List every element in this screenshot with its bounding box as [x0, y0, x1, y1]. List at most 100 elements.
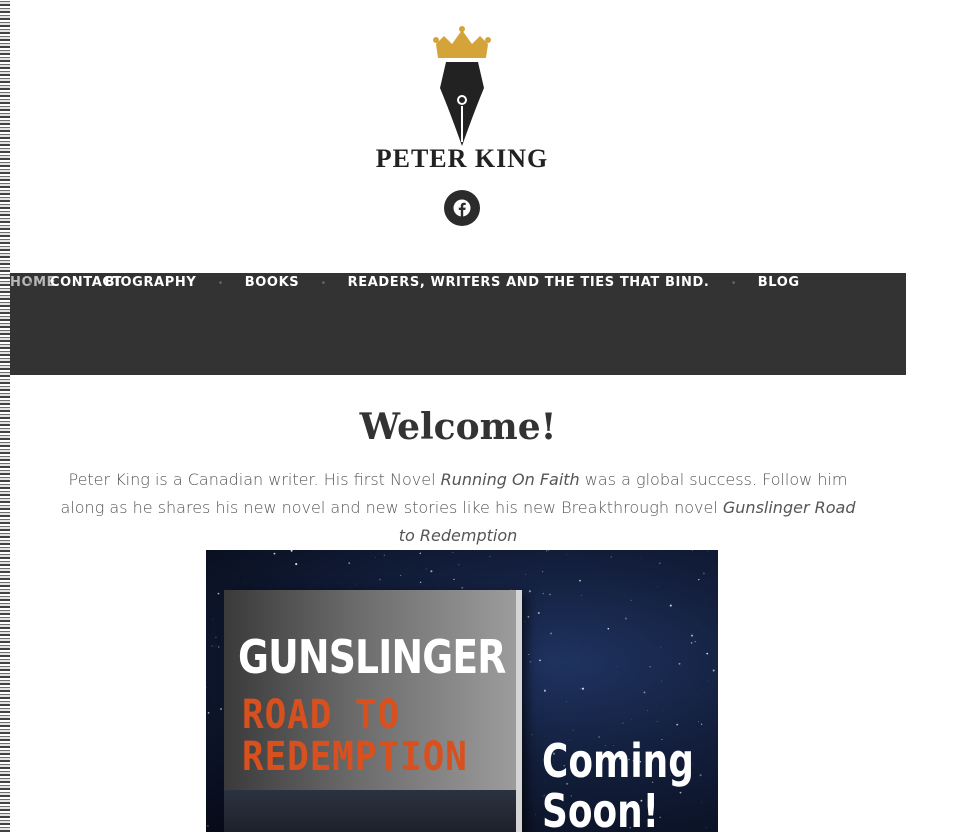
star — [528, 654, 530, 655]
star — [656, 721, 658, 722]
star — [545, 550, 548, 552]
star — [610, 556, 612, 558]
star — [528, 590, 531, 593]
star — [461, 586, 464, 589]
star — [290, 550, 293, 552]
star — [649, 666, 651, 668]
coming-soon-line-2: Soon! — [542, 784, 660, 832]
book-subtitle-line-2: REDEMPTION — [242, 734, 468, 780]
star — [607, 627, 610, 630]
star — [690, 642, 693, 644]
star — [535, 814, 536, 816]
star — [518, 658, 519, 659]
star — [580, 688, 582, 690]
book-mockup: GUNSLINGER ROAD TO REDEMPTION — [224, 590, 516, 832]
star — [215, 645, 217, 647]
star — [211, 645, 213, 647]
star — [212, 618, 214, 620]
city-street-artwork — [224, 790, 516, 832]
star — [295, 563, 298, 566]
star — [220, 708, 222, 710]
book-title: GUNSLINGER — [238, 630, 506, 684]
star — [375, 557, 376, 559]
star — [537, 611, 540, 615]
star — [541, 570, 544, 573]
star — [207, 825, 209, 827]
star — [610, 588, 612, 589]
star — [706, 652, 709, 655]
star — [691, 550, 693, 551]
star — [529, 660, 532, 663]
star — [669, 604, 672, 607]
star — [580, 594, 582, 596]
star — [707, 551, 708, 552]
star — [566, 700, 567, 702]
nav-item-contact[interactable]: CONTACT — [50, 275, 122, 290]
nav-separator: • — [28, 278, 32, 289]
star — [539, 659, 541, 662]
site-header: PETER KING — [10, 0, 906, 272]
book-cover-image[interactable]: GUNSLINGER ROAD TO REDEMPTION Coming Soo… — [206, 550, 718, 832]
star — [647, 710, 648, 712]
intro-paragraph: Peter King is a Canadian writer. His fir… — [50, 466, 866, 550]
star — [549, 593, 551, 596]
star — [660, 646, 662, 648]
star — [355, 584, 357, 586]
star — [691, 634, 693, 637]
star — [703, 630, 705, 631]
star — [630, 599, 632, 601]
star — [244, 580, 246, 582]
page-title: Welcome! — [359, 406, 557, 448]
star — [702, 572, 705, 575]
intro-text-1: Peter King is a Canadian writer. His fir… — [68, 470, 441, 489]
star — [697, 721, 699, 723]
star — [379, 578, 381, 581]
star — [663, 710, 665, 711]
star — [430, 570, 433, 573]
star — [527, 615, 530, 618]
star — [676, 723, 679, 726]
star — [217, 592, 220, 595]
logo-crown-pen-icon[interactable] — [424, 26, 500, 148]
star — [207, 712, 210, 714]
page-edge-texture — [0, 0, 10, 832]
star — [656, 586, 658, 587]
book-title-running-on-faith: Running On Faith — [440, 470, 580, 489]
star — [581, 687, 585, 690]
brand-name: PETER KING — [375, 144, 549, 173]
star — [531, 734, 533, 736]
star — [452, 552, 454, 553]
star — [399, 574, 402, 577]
star — [660, 680, 663, 682]
star — [524, 621, 526, 623]
star — [678, 662, 681, 665]
star — [217, 646, 220, 648]
star — [524, 573, 527, 575]
star — [419, 581, 422, 584]
star — [458, 564, 460, 566]
star — [616, 665, 618, 667]
nav-row-2: • CONTACT — [10, 273, 906, 297]
star — [705, 826, 707, 828]
star — [694, 641, 696, 643]
star — [643, 691, 646, 694]
star — [701, 801, 703, 803]
coming-soon-line-1: Coming — [542, 734, 694, 788]
book-subtitle-line-1: ROAD TO — [242, 692, 401, 738]
star — [419, 552, 422, 555]
star — [489, 556, 491, 558]
facebook-icon[interactable] — [444, 190, 480, 226]
star — [699, 774, 702, 777]
star — [425, 568, 427, 570]
star — [348, 562, 351, 564]
star — [383, 554, 385, 556]
star — [215, 636, 217, 639]
star — [542, 592, 545, 595]
star — [700, 723, 703, 725]
coming-soon-text: Coming Soon! — [542, 736, 694, 832]
star — [292, 560, 293, 561]
star — [622, 722, 624, 724]
star — [548, 550, 549, 552]
star — [566, 553, 568, 555]
star — [453, 578, 455, 581]
